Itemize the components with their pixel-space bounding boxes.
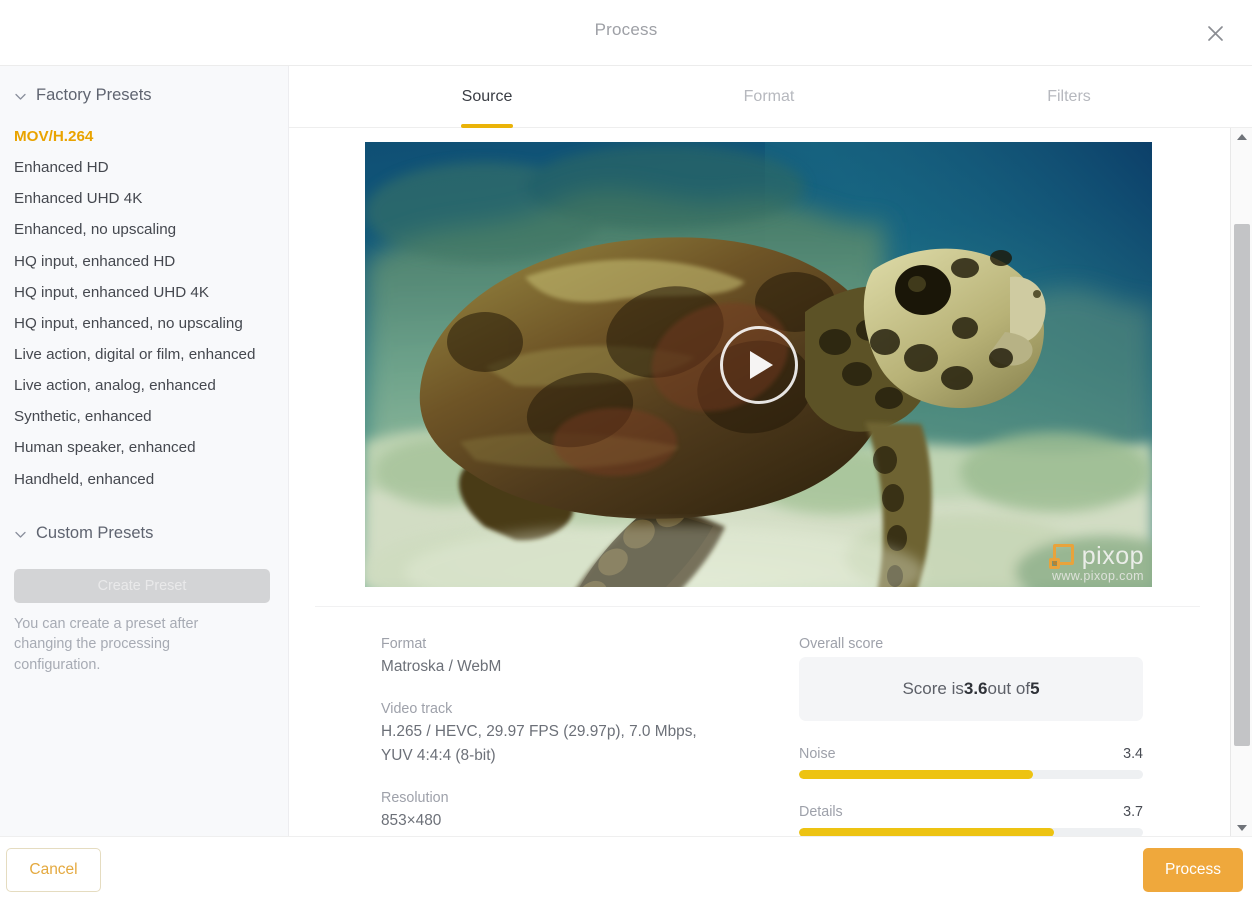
preset-item-handheld[interactable]: Handheld, enhanced [0, 464, 289, 495]
metric-value: 3.7 [1123, 804, 1143, 820]
metric-bar-track [799, 828, 1143, 836]
close-icon[interactable] [1200, 18, 1230, 48]
metadata-value: H.265 / HEVC, 29.97 FPS (29.97p), 7.0 Mb… [381, 720, 721, 768]
metric-name: Noise [799, 746, 836, 762]
play-triangle [750, 351, 773, 379]
factory-presets-label: Factory Presets [36, 86, 152, 105]
tab-filters-label: Filters [1047, 88, 1091, 106]
overall-score-value: Score is 3.6 out of 5 [799, 657, 1143, 721]
source-metadata: Format Matroska / WebM Video track H.265… [381, 636, 781, 836]
page-title: Process [0, 20, 1252, 40]
create-preset-hint: You can create a preset after changing t… [14, 614, 258, 675]
metadata-label: Video track [381, 701, 781, 717]
tab-source[interactable]: Source [407, 66, 567, 128]
metric-bar-track [799, 770, 1143, 779]
tab-bar: Source Format Filters [289, 66, 1252, 128]
preset-item-hq-enhanced-hd[interactable]: HQ input, enhanced HD [0, 246, 289, 277]
metric-details: Details 3.7 [799, 804, 1143, 836]
metadata-field-format: Format Matroska / WebM [381, 636, 781, 679]
process-button[interactable]: Process [1143, 848, 1243, 892]
preset-item-hq-enhanced-no-upscaling[interactable]: HQ input, enhanced, no upscaling [0, 308, 289, 339]
scroll-up-arrow-icon[interactable] [1231, 128, 1252, 145]
metric-noise: Noise 3.4 [799, 746, 1143, 779]
preset-item-mov-h264[interactable]: MOV/H.264 [0, 121, 289, 152]
tab-format-label: Format [744, 88, 795, 106]
score-max: 5 [1030, 679, 1039, 699]
video-preview[interactable]: pixop www.pixop.com [365, 142, 1152, 587]
preset-item-hq-enhanced-uhd-4k[interactable]: HQ input, enhanced UHD 4K [0, 277, 289, 308]
scroll-down-arrow-icon[interactable] [1231, 819, 1252, 836]
score-prefix: Score is [902, 679, 963, 699]
preset-item-synthetic[interactable]: Synthetic, enhanced [0, 401, 289, 432]
metric-name: Details [799, 804, 843, 820]
process-dialog: Process Factory Presets MOV/H.264 Enhanc… [0, 0, 1252, 900]
custom-presets-label: Custom Presets [36, 524, 153, 543]
preset-item-live-action-digital-or-film[interactable]: Live action, digital or film, enhanced [0, 339, 289, 370]
metric-bar-fill [799, 828, 1054, 836]
preset-item-enhanced-no-upscaling[interactable]: Enhanced, no upscaling [0, 214, 289, 245]
metadata-field-video-track: Video track H.265 / HEVC, 29.97 FPS (29.… [381, 701, 781, 768]
source-panel: pixop www.pixop.com Format Matroska / We… [289, 128, 1229, 836]
dialog-footer: Cancel Process [0, 836, 1252, 900]
create-preset-button[interactable]: Create Preset [14, 569, 270, 603]
metadata-label: Resolution [381, 790, 781, 806]
presets-sidebar: Factory Presets MOV/H.264 Enhanced HD En… [0, 66, 289, 836]
metadata-field-resolution: Resolution 853×480 [381, 790, 781, 833]
score-number: 3.6 [964, 679, 988, 699]
preset-item-live-action-analog[interactable]: Live action, analog, enhanced [0, 370, 289, 401]
chevron-down-icon [14, 527, 27, 540]
dialog-titlebar: Process [0, 0, 1252, 66]
tab-format[interactable]: Format [689, 66, 849, 128]
metric-value: 3.4 [1123, 746, 1143, 762]
preset-item-enhanced-hd[interactable]: Enhanced HD [0, 152, 289, 183]
metadata-value: 853×480 [381, 809, 781, 833]
section-divider [315, 606, 1200, 607]
custom-presets-group-header[interactable]: Custom Presets [0, 524, 153, 543]
factory-preset-list: MOV/H.264 Enhanced HD Enhanced UHD 4K En… [0, 121, 289, 495]
overall-score-label: Overall score [799, 636, 1143, 652]
cancel-button[interactable]: Cancel [6, 848, 101, 892]
metadata-label: Format [381, 636, 781, 652]
metric-bar-fill [799, 770, 1033, 779]
preset-item-enhanced-uhd-4k[interactable]: Enhanced UHD 4K [0, 183, 289, 214]
tab-source-label: Source [462, 88, 513, 106]
content-scrollbar[interactable] [1230, 128, 1252, 836]
tab-filters[interactable]: Filters [989, 66, 1149, 128]
factory-presets-group-header[interactable]: Factory Presets [0, 86, 152, 105]
scrollbar-thumb[interactable] [1234, 224, 1250, 746]
quality-score-panel: Overall score Score is 3.6 out of 5 Nois… [799, 636, 1143, 836]
preset-item-human-speaker[interactable]: Human speaker, enhanced [0, 432, 289, 463]
chevron-down-icon [14, 89, 27, 102]
play-icon[interactable] [720, 326, 798, 404]
metadata-value: Matroska / WebM [381, 655, 781, 679]
score-middle: out of [988, 679, 1031, 699]
